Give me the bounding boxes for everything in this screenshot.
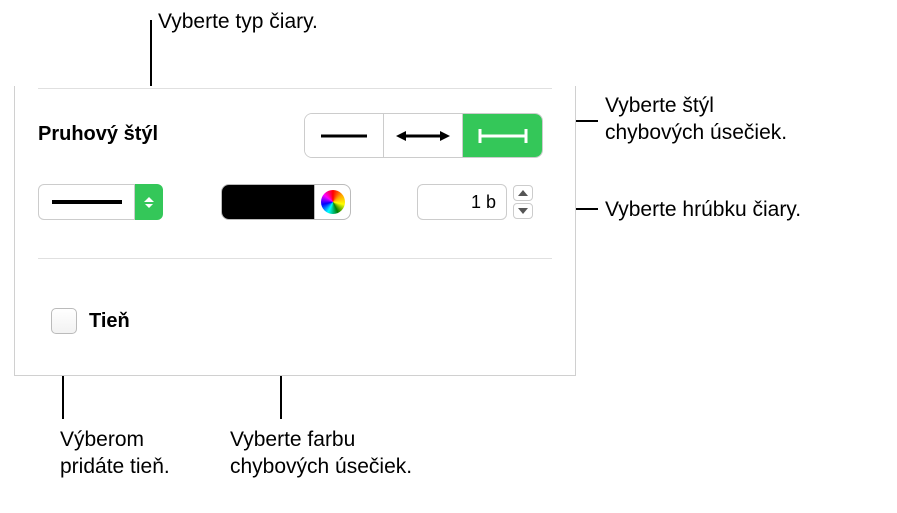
line-type-dropdown-button[interactable]: [135, 184, 163, 220]
errorbar-style-caps[interactable]: [463, 114, 542, 157]
color-swatch[interactable]: [221, 184, 315, 220]
shadow-control: Tieň: [51, 308, 130, 334]
callout-errorbar-color: Vyberte farbu chybových úsečiek.: [230, 426, 412, 481]
line-thickness-control: 1 b: [417, 184, 533, 220]
thickness-step-up[interactable]: [513, 185, 533, 201]
chevron-down-icon: [518, 208, 528, 214]
section-title: Pruhový štýl: [38, 123, 158, 146]
errorbar-style-segment[interactable]: [304, 113, 543, 158]
errorbar-style-arrows[interactable]: [384, 114, 463, 157]
callout-errorbar-style: Vyberte štýl chybových úsečiek.: [605, 92, 787, 147]
chevron-up-icon: [518, 190, 528, 196]
divider: [38, 88, 552, 89]
chevron-down-icon: [145, 204, 153, 208]
shadow-checkbox[interactable]: [51, 308, 77, 334]
errorbar-style-plain[interactable]: [305, 114, 384, 157]
divider: [38, 258, 552, 259]
callout-line-thickness: Vyberte hrúbku čiary.: [605, 196, 801, 223]
callout-line-type: Vyberte typ čiary.: [158, 8, 318, 35]
line-type-preview: [38, 184, 135, 220]
line-stroke-icon: [52, 200, 122, 204]
line-type-select[interactable]: [38, 184, 163, 220]
thickness-input[interactable]: 1 b: [417, 184, 507, 220]
chevron-up-icon: [144, 197, 154, 202]
callout-add-shadow: Výberom pridáte tieň.: [60, 426, 170, 481]
color-wheel-icon: [321, 190, 345, 214]
thickness-step-down[interactable]: [513, 203, 533, 219]
bar-style-panel: Pruhový štýl: [14, 86, 576, 376]
shadow-label: Tieň: [89, 310, 130, 333]
errorbar-color-picker[interactable]: [221, 184, 351, 220]
thickness-stepper: [513, 185, 533, 219]
thickness-value: 1 b: [471, 192, 496, 213]
color-wheel-button[interactable]: [315, 184, 351, 220]
